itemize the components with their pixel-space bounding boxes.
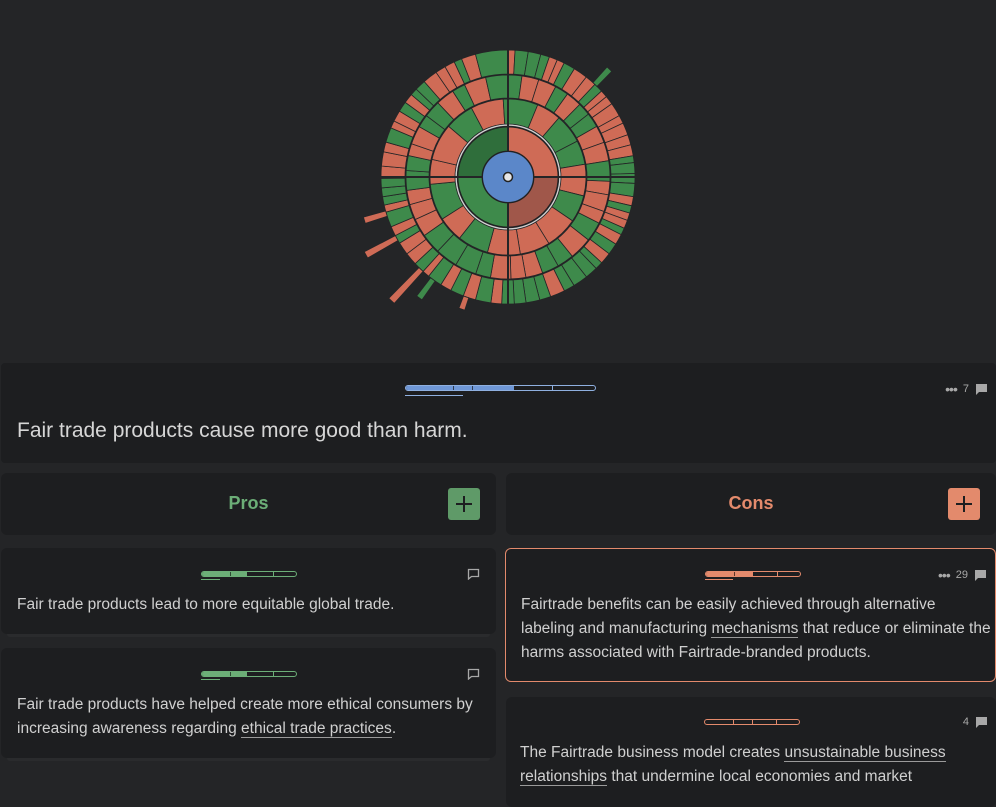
argument-vote-underline: [201, 679, 220, 680]
sunburst-spike[interactable]: [416, 277, 436, 301]
argument-vote-underline: [201, 579, 220, 580]
more-icon[interactable]: •••: [945, 382, 958, 396]
comment-icon[interactable]: [975, 383, 988, 395]
argument-text: The Fairtrade business model creates uns…: [520, 744, 946, 786]
con-argument-card[interactable]: 4 The Fairtrade business model creates u…: [506, 697, 996, 807]
cons-header: Cons: [506, 473, 996, 535]
argument-vote-bar[interactable]: [201, 671, 297, 677]
pros-header: Pros: [1, 473, 496, 535]
comment-count: 7: [962, 383, 969, 395]
sunburst-spike[interactable]: [363, 235, 399, 259]
sunburst-spike[interactable]: [362, 210, 388, 224]
argument-link[interactable]: mechanisms: [711, 620, 799, 638]
sunburst-spike[interactable]: [592, 66, 613, 87]
card-stack-edge: [7, 758, 490, 761]
sunburst-segment[interactable]: [585, 160, 611, 182]
pro-argument-card[interactable]: Fair trade products have helped create m…: [1, 648, 496, 758]
argument-text: Fairtrade benefits can be easily achieve…: [521, 596, 991, 661]
argument-meta: 4: [963, 716, 988, 728]
argument-vote-bar[interactable]: [201, 571, 297, 577]
add-pro-button[interactable]: [448, 488, 480, 520]
thesis-meta: ••• 7: [945, 382, 988, 396]
argument-sunburst-chart[interactable]: [0, 0, 996, 360]
comment-count: 4: [962, 716, 969, 728]
argument-text: Fair trade products have helped create m…: [17, 696, 473, 738]
argument-link[interactable]: ethical trade practices: [241, 720, 392, 738]
comment-icon[interactable]: [974, 569, 987, 581]
sunburst-segment[interactable]: [380, 177, 406, 189]
argument-meta: ••• 29: [938, 568, 987, 582]
argument-vote-bar[interactable]: [705, 571, 801, 577]
sunburst-spike[interactable]: [388, 267, 424, 304]
comment-outline-icon[interactable]: [467, 668, 480, 680]
argument-text: Fair trade products lead to more equitab…: [17, 596, 395, 613]
plus-icon: [456, 496, 472, 512]
comment-count: 29: [955, 569, 968, 581]
sunburst-segment[interactable]: [405, 170, 431, 191]
sunburst-segment[interactable]: [474, 49, 509, 78]
comment-icon[interactable]: [975, 716, 988, 728]
more-icon[interactable]: •••: [938, 568, 951, 582]
add-con-button[interactable]: [948, 488, 980, 520]
pros-title: Pros: [228, 493, 269, 513]
cons-title: Cons: [728, 493, 774, 513]
center-dot-icon: [502, 171, 514, 183]
sunburst-segment[interactable]: [610, 173, 636, 184]
thesis-text: Fair trade products cause more good than…: [17, 419, 468, 442]
plus-icon: [956, 496, 972, 512]
comment-outline-icon[interactable]: [467, 568, 480, 580]
thesis-vote-underline: [405, 395, 463, 396]
thesis-vote-bar[interactable]: [405, 385, 596, 391]
argument-meta: [467, 568, 480, 580]
argument-vote-underline: [705, 579, 733, 580]
argument-vote-bar[interactable]: [704, 719, 800, 725]
thesis-card[interactable]: ••• 7 Fair trade products cause more goo…: [1, 363, 996, 463]
sunburst-spike[interactable]: [458, 295, 470, 311]
con-argument-card[interactable]: ••• 29 Fairtrade benefits can be easily …: [505, 548, 996, 682]
pro-argument-card[interactable]: Fair trade products lead to more equitab…: [1, 548, 496, 634]
card-stack-edge: [7, 634, 490, 637]
argument-meta: [467, 668, 480, 680]
